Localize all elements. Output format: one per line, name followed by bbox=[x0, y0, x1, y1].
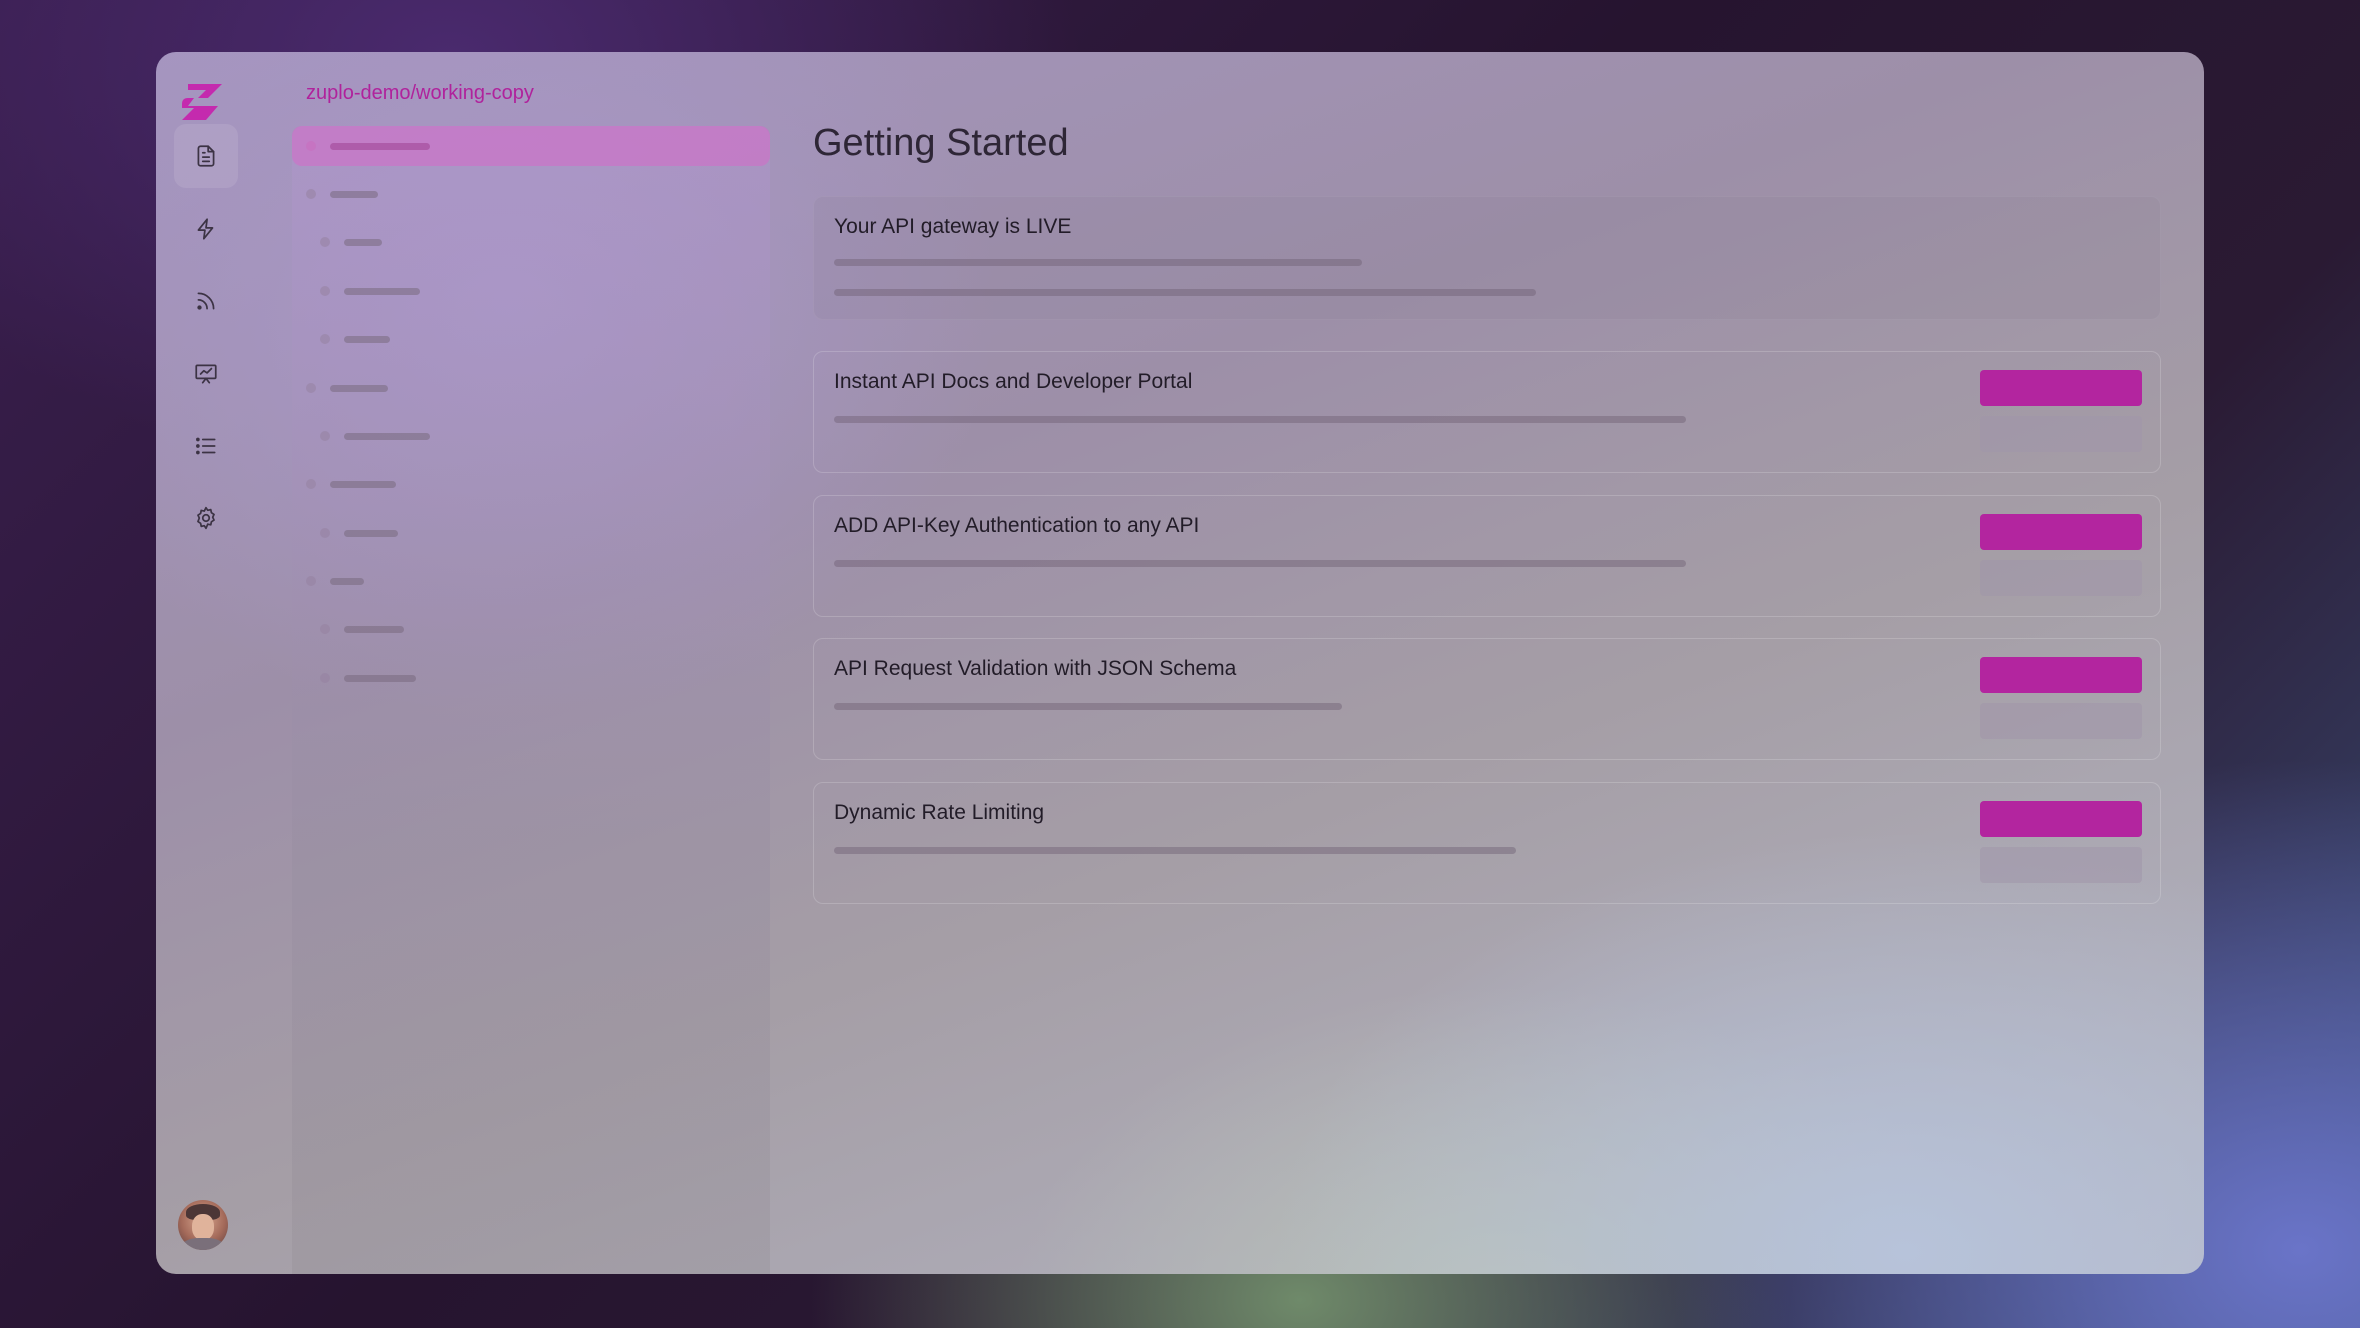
card-title: Your API gateway is LIVE bbox=[834, 215, 1072, 238]
text-placeholder bbox=[834, 703, 1342, 710]
lightning-icon bbox=[197, 218, 214, 240]
presentation-chart-icon bbox=[195, 364, 217, 384]
zuplo-logo-icon[interactable] bbox=[178, 78, 232, 126]
tree-item[interactable] bbox=[292, 126, 770, 166]
tree-item[interactable] bbox=[292, 319, 770, 359]
rail-item-feed[interactable] bbox=[174, 269, 238, 333]
icon-rail bbox=[156, 52, 256, 1274]
gear-icon bbox=[197, 506, 215, 530]
primary-action-button[interactable] bbox=[1980, 657, 2142, 693]
card-title: ADD API-Key Authentication to any API bbox=[834, 514, 1200, 537]
card-title: Dynamic Rate Limiting bbox=[834, 801, 1045, 824]
text-placeholder bbox=[834, 847, 1516, 854]
user-avatar[interactable] bbox=[178, 1200, 228, 1250]
tree-item[interactable] bbox=[292, 513, 770, 553]
page-title: Getting Started bbox=[813, 122, 1069, 164]
secondary-action-button[interactable] bbox=[1980, 847, 2142, 883]
task-card: ADD API-Key Authentication to any API bbox=[813, 495, 2161, 617]
primary-action-button[interactable] bbox=[1980, 801, 2142, 837]
text-placeholder bbox=[834, 259, 1362, 266]
list-icon bbox=[196, 437, 216, 455]
task-card: Dynamic Rate Limiting bbox=[813, 782, 2161, 904]
tree-item[interactable] bbox=[292, 368, 770, 408]
text-placeholder bbox=[834, 416, 1686, 423]
tree-item[interactable] bbox=[292, 658, 770, 698]
card-title: API Request Validation with JSON Schema bbox=[834, 657, 1237, 680]
rss-icon bbox=[197, 292, 215, 310]
gateway-live-card: Your API gateway is LIVE bbox=[813, 196, 2161, 320]
rail-item-analytics[interactable] bbox=[174, 342, 238, 406]
text-placeholder bbox=[834, 560, 1686, 567]
tree-item[interactable] bbox=[292, 174, 770, 214]
breadcrumb[interactable]: zuplo-demo/working-copy bbox=[306, 82, 534, 105]
primary-action-button[interactable] bbox=[1980, 514, 2142, 550]
rail-item-settings[interactable] bbox=[174, 486, 238, 550]
tree-item[interactable] bbox=[292, 464, 770, 504]
file-text-icon bbox=[197, 145, 215, 167]
tree-item[interactable] bbox=[292, 222, 770, 262]
primary-action-button[interactable] bbox=[1980, 370, 2142, 406]
text-placeholder bbox=[834, 289, 1536, 296]
rail-item-list[interactable] bbox=[174, 414, 238, 478]
task-card: Instant API Docs and Developer Portal bbox=[813, 351, 2161, 473]
rail-item-docs[interactable] bbox=[174, 124, 238, 188]
app-window: zuplo-demo/working-copy Getting Started … bbox=[156, 52, 2204, 1274]
tree-item[interactable] bbox=[292, 271, 770, 311]
secondary-action-button[interactable] bbox=[1980, 416, 2142, 452]
rail-item-policies[interactable] bbox=[174, 197, 238, 261]
tree-item[interactable] bbox=[292, 416, 770, 456]
secondary-action-button[interactable] bbox=[1980, 703, 2142, 739]
tree-item[interactable] bbox=[292, 561, 770, 601]
card-title: Instant API Docs and Developer Portal bbox=[834, 370, 1193, 393]
task-card: API Request Validation with JSON Schema bbox=[813, 638, 2161, 760]
secondary-action-button[interactable] bbox=[1980, 560, 2142, 596]
tree-item[interactable] bbox=[292, 609, 770, 649]
file-tree-panel bbox=[292, 126, 770, 1274]
